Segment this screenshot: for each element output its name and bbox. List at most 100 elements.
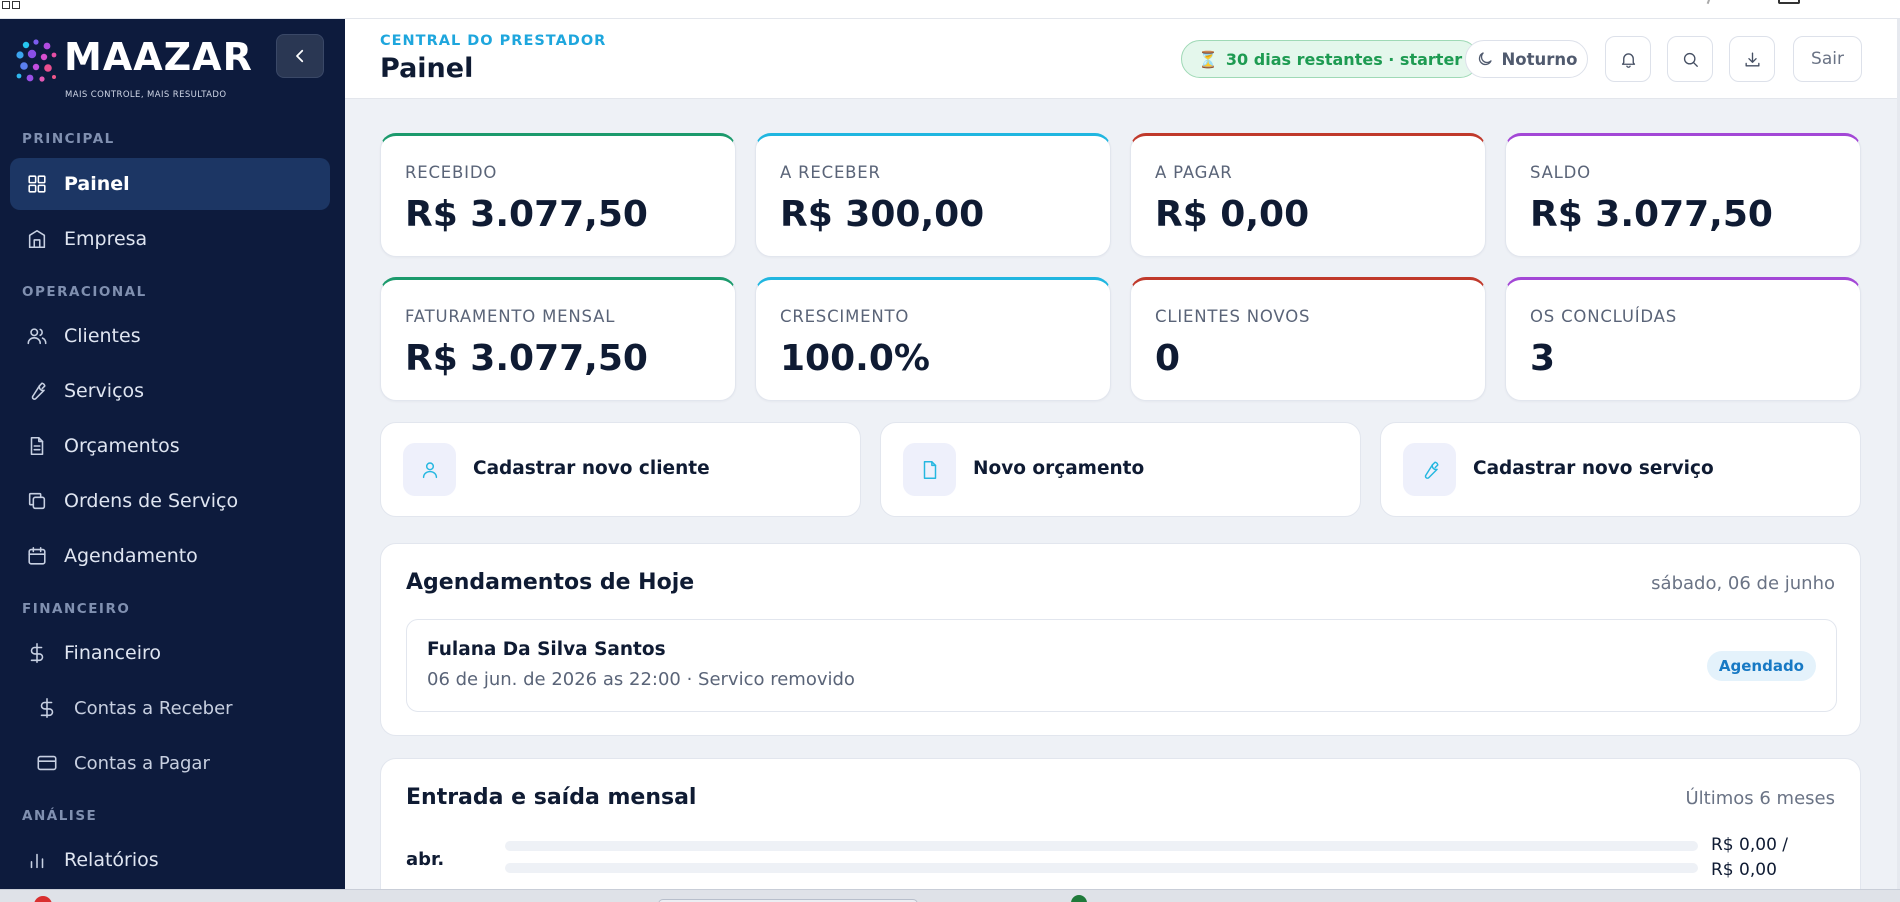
divider-icon: [1706, 0, 1712, 5]
action-label: Cadastrar novo serviço: [1473, 458, 1714, 479]
sidebar-item-label: Contas a Receber: [74, 697, 233, 719]
stat-label: RECEBIDO: [405, 163, 498, 182]
stat-value: R$ 300,00: [780, 194, 985, 235]
sidebar-item-servicos[interactable]: Serviços: [10, 365, 330, 417]
window-icon[interactable]: [1778, 0, 1800, 4]
income-amount: R$ 0,00 /: [1711, 835, 1789, 855]
stat-value: 3: [1530, 338, 1556, 379]
stat-card-faturamento-mensal: FATURAMENTO MENSAL R$ 3.077,50: [380, 277, 736, 401]
hourglass-icon: ⏳: [1198, 49, 1218, 69]
stat-card-os-concluidas: OS CONCLUÍDAS 3: [1505, 277, 1861, 401]
action-new-service-button[interactable]: Cadastrar novo serviço: [1380, 422, 1861, 517]
trial-badge[interactable]: ⏳ 30 dias restantes · starter: [1181, 40, 1480, 78]
sidebar-item-contas-a-pagar[interactable]: Contas a Pagar: [10, 737, 330, 789]
section-label-principal: PRINCIPAL: [22, 131, 115, 147]
sidebar-item-empresa[interactable]: Empresa: [10, 213, 330, 265]
sidebar-item-orcamentos[interactable]: Orçamentos: [10, 420, 330, 472]
app-icon[interactable]: [34, 896, 52, 902]
sidebar-item-label: Empresa: [64, 228, 148, 250]
monthly-cashflow-panel: Entrada e saída mensal Últimos 6 meses a…: [380, 758, 1861, 902]
file-icon: [903, 443, 956, 496]
stat-value: 0: [1155, 338, 1181, 379]
stat-label: A RECEBER: [780, 163, 881, 182]
header-eyebrow: CENTRAL DO PRESTADOR: [380, 33, 607, 49]
chevron-left-icon: [296, 49, 304, 63]
panel-title: Entrada e saída mensal: [406, 785, 697, 810]
stat-label: CRESCIMENTO: [780, 307, 910, 326]
logo-mark-icon: [16, 39, 57, 82]
sidebar-item-financeiro[interactable]: Financeiro: [10, 627, 330, 679]
sidebar-item-painel[interactable]: Painel: [10, 158, 330, 210]
panel-period: Últimos 6 meses: [1685, 788, 1836, 809]
panel-title: Agendamentos de Hoje: [406, 570, 695, 595]
calendar-icon: [26, 545, 48, 567]
action-new-quote-button[interactable]: Novo orçamento: [880, 422, 1361, 517]
appointment-item[interactable]: Fulana Da Silva Santos 06 de jun. de 202…: [406, 619, 1837, 712]
search-icon: [1683, 52, 1698, 67]
section-label-operacional: OPERACIONAL: [22, 284, 147, 300]
bar-chart-icon: [26, 849, 48, 871]
brand-name: MAAZAR: [64, 35, 253, 79]
income-bar-track: [505, 841, 1698, 851]
expense-amount: R$ 0,00: [1711, 860, 1777, 880]
appointment-details: 06 de jun. de 2026 as 22:00 · Servico re…: [427, 669, 855, 690]
action-label: Novo orçamento: [973, 458, 1145, 479]
user-icon: [403, 443, 456, 496]
stat-label: OS CONCLUÍDAS: [1530, 307, 1677, 326]
collapse-sidebar-button[interactable]: [276, 34, 324, 78]
stat-card-a-pagar: A PAGAR R$ 0,00: [1130, 133, 1486, 257]
app-icon[interactable]: [1071, 895, 1087, 902]
stat-card-clientes-novos: CLIENTES NOVOS 0: [1130, 277, 1486, 401]
trial-badge-label: 30 dias restantes · starter: [1225, 49, 1463, 69]
logout-button[interactable]: Sair: [1793, 36, 1862, 82]
action-label: Cadastrar novo cliente: [473, 458, 710, 479]
sidebar-item-label: Financeiro: [64, 642, 161, 664]
download-button[interactable]: [1729, 36, 1775, 82]
stat-label: SALDO: [1530, 163, 1591, 182]
grid-icon: [26, 173, 48, 195]
taskbar: [0, 889, 1900, 902]
sidebar-item-contas-a-receber[interactable]: Contas a Receber: [10, 682, 330, 734]
sidebar-item-label: Contas a Pagar: [74, 752, 210, 774]
stat-value: 100.0%: [780, 338, 930, 379]
sidebar-item-label: Ordens de Serviço: [64, 490, 239, 512]
sidebar: MAAZAR MAIS CONTROLE, MAIS RESULTADO PRI…: [0, 19, 345, 889]
stat-value: R$ 3.077,50: [405, 338, 648, 379]
stat-card-a-receber: A RECEBER R$ 300,00: [755, 133, 1111, 257]
sidebar-item-agendamento[interactable]: Agendamento: [10, 530, 330, 582]
stat-label: A PAGAR: [1155, 163, 1233, 182]
appointment-client-name: Fulana Da Silva Santos: [427, 639, 666, 660]
brand-tagline: MAIS CONTROLE, MAIS RESULTADO: [65, 90, 227, 100]
cashflow-month: abr.: [406, 849, 445, 870]
status-badge: Agendado: [1706, 651, 1816, 681]
panel-date: sábado, 06 de junho: [1651, 573, 1835, 594]
theme-toggle-button[interactable]: Noturno: [1465, 40, 1588, 78]
sidebar-item-label: Relatórios: [64, 849, 159, 871]
stat-card-recebido: RECEBIDO R$ 3.077,50: [380, 133, 736, 257]
sidebar-item-label: Clientes: [64, 325, 141, 347]
sidebar-item-label: Orçamentos: [64, 435, 180, 457]
search-button[interactable]: [1667, 36, 1713, 82]
wrench-icon: [1403, 443, 1456, 496]
notifications-button[interactable]: [1605, 36, 1651, 82]
sidebar-item-clientes[interactable]: Clientes: [10, 310, 330, 362]
stat-label: FATURAMENTO MENSAL: [405, 307, 616, 326]
stat-value: R$ 3.077,50: [405, 194, 648, 235]
action-new-client-button[interactable]: Cadastrar novo cliente: [380, 422, 861, 517]
download-icon: [1744, 51, 1760, 67]
sidebar-item-ordens-de-servico[interactable]: Ordens de Serviço: [10, 475, 330, 527]
section-label-financeiro: FINANCEIRO: [22, 601, 131, 617]
expense-bar-track: [505, 863, 1698, 873]
sidebar-item-relatorios[interactable]: Relatórios: [10, 834, 330, 886]
page-title: Painel: [380, 53, 474, 84]
copy-icon: [26, 490, 48, 512]
apps-icon[interactable]: [2, 0, 24, 9]
stat-value: R$ 0,00: [1155, 194, 1310, 235]
stat-label: CLIENTES NOVOS: [1155, 307, 1311, 326]
bell-icon: [1621, 52, 1635, 68]
users-icon: [26, 325, 48, 347]
theme-toggle-label: Noturno: [1501, 49, 1578, 69]
browser-top-bar: [0, 0, 1900, 19]
dollar-icon: [26, 642, 48, 664]
brand-logo[interactable]: MAAZAR MAIS CONTROLE, MAIS RESULTADO: [14, 35, 252, 100]
